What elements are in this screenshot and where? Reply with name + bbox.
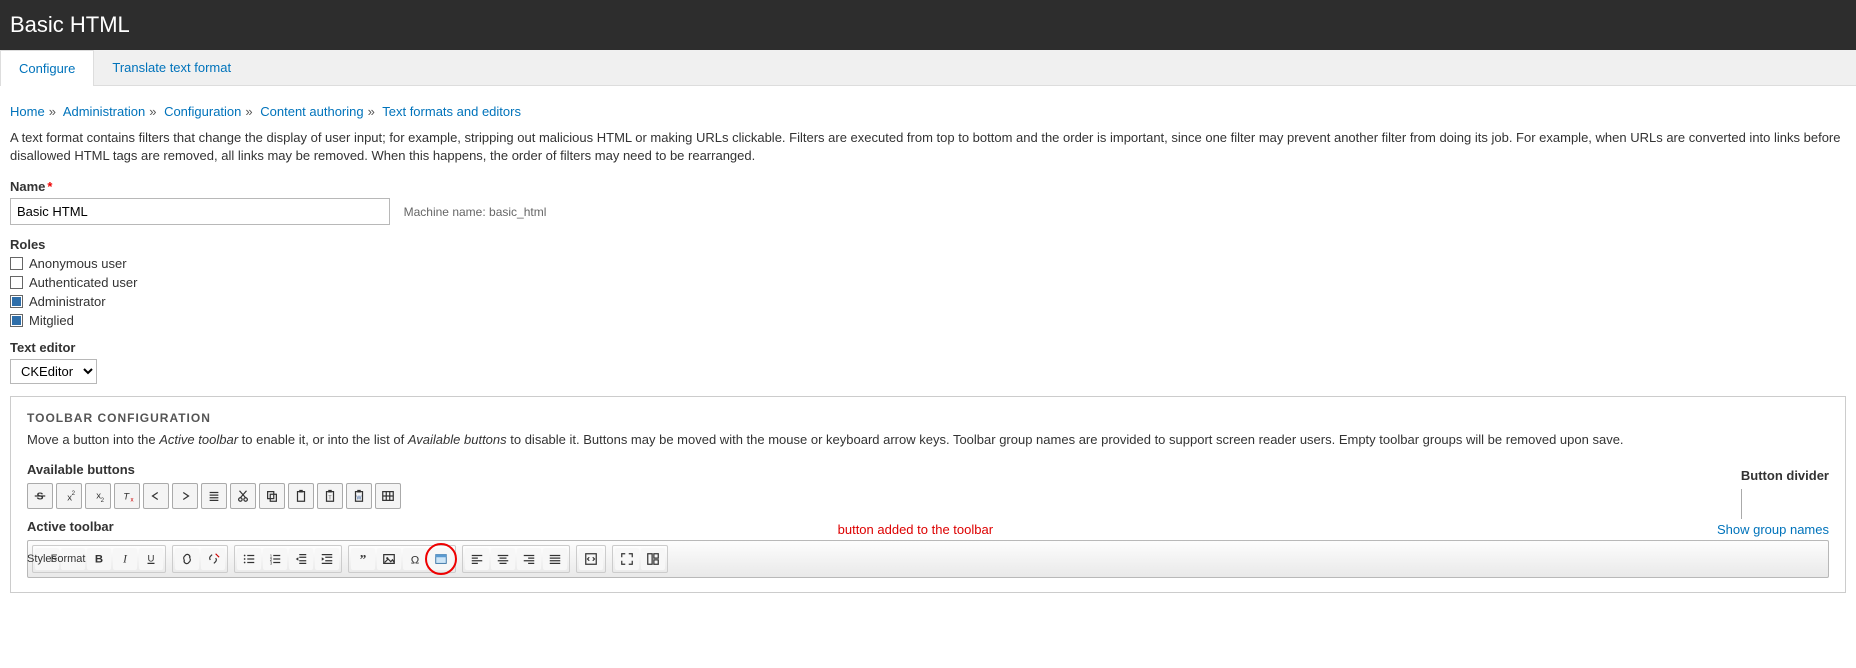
name-input[interactable] [10,198,390,225]
align-justify-icon[interactable] [543,548,567,570]
tabs-nav: Configure Translate text format [0,50,1856,86]
svg-text:T: T [123,491,130,502]
svg-text:B: B [95,553,103,565]
paste-icon[interactable] [288,483,314,509]
toolbar-configuration: TOOLBAR CONFIGURATION Move a button into… [10,396,1846,592]
text-editor-select[interactable]: CKEditor [10,359,97,384]
divider-handle[interactable] [1741,489,1742,519]
tab-configure[interactable]: Configure [0,50,94,86]
crumb-editors[interactable]: Text formats and editors [382,104,521,119]
active-toolbar-label: Active toolbar [27,519,114,534]
breadcrumb: Home» Administration» Configuration» Con… [10,104,1846,119]
checkbox-anonymous[interactable] [10,257,23,270]
available-buttons-row[interactable]: S x2 x2 Tx T W [27,483,401,509]
svg-text:x: x [131,496,134,503]
unlink-icon[interactable] [201,548,225,570]
active-toolbar[interactable]: Styles▼ Format▼ B I U 123 ” Ω [27,540,1829,578]
link-icon[interactable] [175,548,199,570]
annotation-text: button added to the toolbar [838,522,993,537]
superscript-icon[interactable]: x2 [56,483,82,509]
page-title: Basic HTML [10,12,1846,38]
numbered-list-icon[interactable]: 123 [263,548,287,570]
svg-text:”: ” [360,552,367,566]
format-dropdown[interactable]: Format▼ [61,548,85,570]
align-right-icon[interactable] [517,548,541,570]
undo-icon[interactable] [143,483,169,509]
format-description: A text format contains filters that chan… [10,129,1846,165]
svg-text:2: 2 [72,490,76,497]
redo-icon[interactable] [172,483,198,509]
svg-text:3: 3 [270,560,273,565]
tab-translate[interactable]: Translate text format [94,50,249,85]
omega-icon[interactable]: Ω [403,548,427,570]
svg-text:I: I [122,553,128,565]
crumb-admin[interactable]: Administration [63,104,145,119]
available-buttons-label: Available buttons [27,462,401,477]
underline-icon[interactable]: U [139,548,163,570]
source-icon[interactable] [579,548,603,570]
italic-icon[interactable]: I [113,548,137,570]
bulleted-list-icon[interactable] [237,548,261,570]
justify-icon[interactable] [201,483,227,509]
show-group-names-link[interactable]: Show group names [1717,522,1829,537]
checkbox-mitglied[interactable] [10,314,23,327]
maximize-icon[interactable] [615,548,639,570]
paste-text-icon[interactable]: T [317,483,343,509]
text-editor-label: Text editor [10,340,1846,355]
svg-text:T: T [328,495,332,501]
machine-name: Machine name: basic_html [404,205,547,219]
roles-label: Roles [10,237,1846,252]
toolbar-config-desc: Move a button into the Active toolbar to… [27,431,1829,449]
bold-icon[interactable]: B [87,548,111,570]
cut-icon[interactable] [230,483,256,509]
svg-text:W: W [357,495,362,501]
svg-text:Ω: Ω [411,554,420,566]
iframe-icon[interactable] [429,548,453,570]
remove-format-icon[interactable]: Tx [114,483,140,509]
crumb-config[interactable]: Configuration [164,104,241,119]
copy-icon[interactable] [259,483,285,509]
outdent-icon[interactable] [289,548,313,570]
indent-icon[interactable] [315,548,339,570]
toolbar-config-title: TOOLBAR CONFIGURATION [27,411,1829,425]
name-label: Name* [10,179,1846,194]
crumb-authoring[interactable]: Content authoring [260,104,363,119]
svg-text:2: 2 [101,497,105,503]
subscript-icon[interactable]: x2 [85,483,111,509]
blockquote-icon[interactable]: ” [351,548,375,570]
divider-label: Button divider [1741,468,1829,483]
align-center-icon[interactable] [491,548,515,570]
strike-icon[interactable]: S [27,483,53,509]
crumb-home[interactable]: Home [10,104,45,119]
align-left-icon[interactable] [465,548,489,570]
show-blocks-icon[interactable] [641,548,665,570]
table-icon[interactable] [375,483,401,509]
checkbox-authenticated[interactable] [10,276,23,289]
image-icon[interactable] [377,548,401,570]
paste-word-icon[interactable]: W [346,483,372,509]
checkbox-administrator[interactable] [10,295,23,308]
